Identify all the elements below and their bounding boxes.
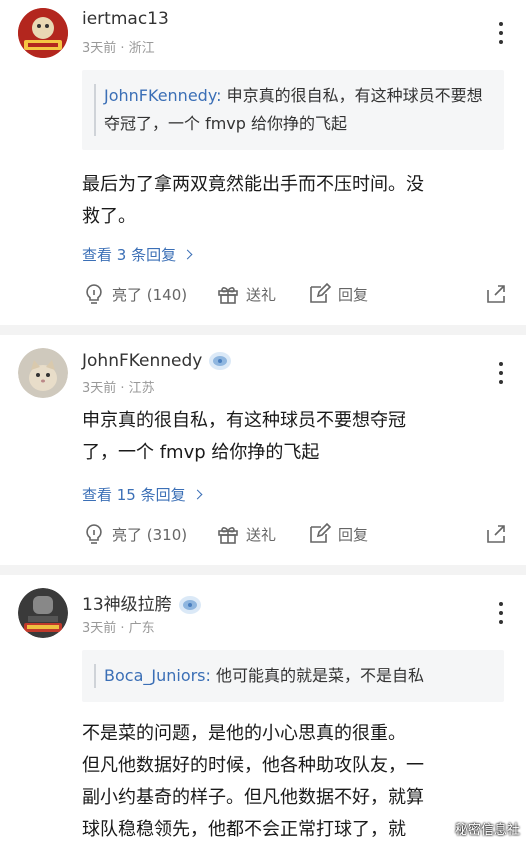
share-icon [487,285,505,303]
user-badge-icon [209,352,232,370]
gift-label: 送礼 [246,285,277,304]
comment-text-line: 救了。 [82,206,136,227]
reply-button[interactable]: 回复 [308,521,368,547]
like-count: 亮了 (310) [112,525,188,544]
share-icon [487,525,505,543]
avatar-image [18,8,68,58]
like-button[interactable]: 亮了 (310) [82,521,187,547]
lightbulb-icon [86,524,102,544]
gift-label: 送礼 [246,525,277,544]
comment-text-line: 但凡他数据好的时候，他各种助攻队友，一 [82,755,424,776]
avatar[interactable] [18,588,68,638]
avatar[interactable] [18,8,68,58]
gift-button[interactable]: 送礼 [216,281,276,307]
quoted-text: 他可能真的就是菜，不是自私 [210,666,424,685]
view-replies-label: 查看 3 条回复 [82,246,177,264]
username[interactable]: iertmac13 [82,9,169,29]
edit-icon [310,282,332,303]
reply-label: 回复 [338,525,369,544]
share-button[interactable] [484,281,508,307]
user-badge-icon [178,596,201,614]
reply-label: 回复 [338,285,369,304]
comment-divider [0,325,526,335]
quoted-comment[interactable]: JohnFKennedy: 申京真的很自私，有这种球员不要想夺冠了，一个 fmv… [82,70,504,150]
edit-icon [310,522,332,543]
quoted-comment[interactable]: Boca_Juniors: 他可能真的就是菜，不是自私 [82,650,504,702]
comment-text-line: 不是菜的问题，是他的小心思真的很重。 [82,723,406,744]
comment-meta: 3天前 · 浙江 [82,41,155,56]
comment-actions: 亮了 (140) 送礼 回复 [82,281,508,307]
comment-text-line: 了，一个 fmvp 给你挣的飞起 [82,442,320,463]
reply-button[interactable]: 回复 [308,281,368,307]
comment-text-line: 最后为了拿两双竟然能出手而不压时间。没 [82,174,424,195]
username[interactable]: 13神级拉胯 [82,590,202,616]
chevron-right-icon [192,489,203,500]
username-text: 13神级拉胯 [82,595,172,615]
comment-meta: 3天前 · 江苏 [82,381,155,396]
view-replies-link[interactable]: 查看 3 条回复 [82,244,193,265]
quoted-username[interactable]: Boca_Juniors: [104,666,211,685]
avatar-image [18,588,68,638]
comment-text: 申京真的很自私，有这种球员不要想夺冠 了，一个 fmvp 给你挣的飞起 [82,405,502,469]
comment-text-line: 球队稳稳领先，他都不会正常打球了，就 [82,819,406,840]
comment-text-line: 申京真的很自私，有这种球员不要想夺冠 [82,410,406,431]
comment-divider [0,565,526,575]
like-count: 亮了 (140) [112,285,188,304]
gift-icon [218,527,238,544]
comment-meta: 3天前 · 广东 [82,621,155,636]
comment-text-line: 副小约基奇的样子。但凡他数据不好，就算 [82,787,424,808]
watermark: 秘密信息社 [454,823,520,838]
share-button[interactable] [484,521,508,547]
username[interactable]: JohnFKennedy [82,350,232,372]
quoted-username[interactable]: JohnFKennedy: [104,86,222,105]
more-options-icon[interactable] [496,22,506,44]
chevron-right-icon [182,249,193,260]
lightbulb-icon [86,284,102,304]
gift-icon [218,287,238,304]
username-text: JohnFKennedy [82,351,203,371]
comment-text: 不是菜的问题，是他的小心思真的很重。 但凡他数据好的时候，他各种助攻队友，一 副… [82,718,502,842]
comment-actions: 亮了 (310) 送礼 回复 [82,521,508,547]
like-button[interactable]: 亮了 (140) [82,281,187,307]
view-replies-label: 查看 15 条回复 [82,486,186,504]
more-options-icon[interactable] [496,602,506,624]
view-replies-link[interactable]: 查看 15 条回复 [82,484,203,505]
gift-button[interactable]: 送礼 [216,521,276,547]
comment-text: 最后为了拿两双竟然能出手而不压时间。没 救了。 [82,169,502,233]
avatar-image [18,348,68,398]
more-options-icon[interactable] [496,362,506,384]
avatar[interactable] [18,348,68,398]
